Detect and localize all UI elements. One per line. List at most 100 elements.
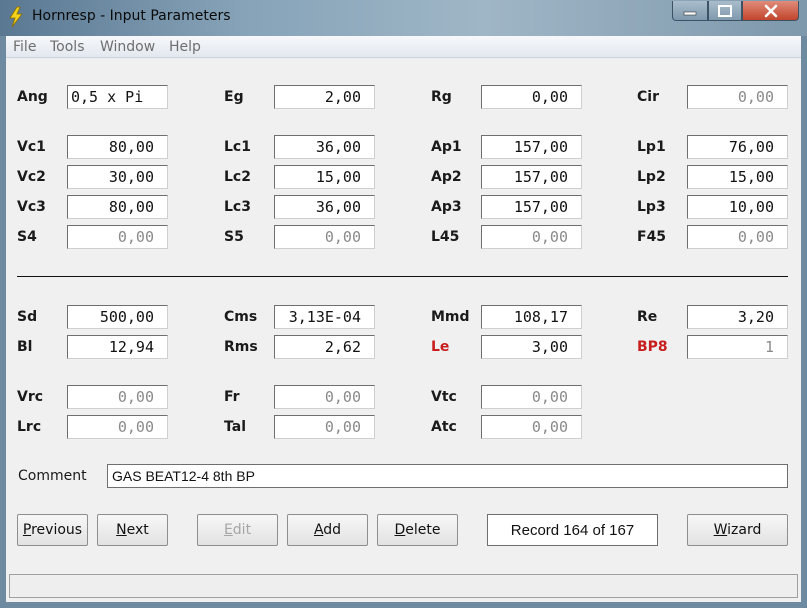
param-field-vc3[interactable]: 80,00 xyxy=(67,195,168,219)
add-button-label: Add xyxy=(313,522,342,538)
param-label: Vc3 xyxy=(17,199,46,215)
param-label: Vrc xyxy=(17,389,44,405)
section-divider xyxy=(17,276,788,277)
menu-file[interactable]: File xyxy=(13,39,36,55)
param-field-lrc[interactable]: 0,00 xyxy=(67,415,168,439)
param-label: Lp3 xyxy=(637,199,666,215)
menu-help[interactable]: Help xyxy=(169,39,201,55)
param-field-ap2[interactable]: 157,00 xyxy=(481,165,582,189)
previous-button[interactable]: Previous xyxy=(17,514,88,546)
wizard-button[interactable]: Wizard xyxy=(687,514,788,546)
param-label: Lp2 xyxy=(637,169,666,185)
param-field-mmd[interactable]: 108,17 xyxy=(481,305,582,329)
next-button-label: Next xyxy=(116,522,149,538)
param-field-vrc[interactable]: 0,00 xyxy=(67,385,168,409)
param-label: S5 xyxy=(224,229,244,245)
param-field-vtc[interactable]: 0,00 xyxy=(481,385,582,409)
param-field-tal[interactable]: 0,00 xyxy=(274,415,375,439)
param-field-ap3[interactable]: 157,00 xyxy=(481,195,582,219)
param-label: Fr xyxy=(224,389,240,405)
param-field-sd[interactable]: 500,00 xyxy=(67,305,168,329)
param-label: Tal xyxy=(224,419,246,435)
param-field-cir[interactable]: 0,00 xyxy=(687,85,788,109)
param-field-bp8[interactable]: 1 xyxy=(687,335,788,359)
param-label: Ap2 xyxy=(431,169,462,185)
menu-bar: File Tools Window Help xyxy=(6,36,801,58)
close-icon xyxy=(764,4,777,17)
param-label: Lc3 xyxy=(224,199,251,215)
param-label: Vc1 xyxy=(17,139,46,155)
param-field-s5[interactable]: 0,00 xyxy=(274,225,375,249)
param-field-ang[interactable]: 0,5 x Pi xyxy=(67,85,168,109)
param-label: Ang xyxy=(17,89,48,105)
title-bar[interactable]: Hornresp - Input Parameters xyxy=(0,0,807,36)
param-field-l45[interactable]: 0,00 xyxy=(481,225,582,249)
param-field-cms[interactable]: 3,13E-04 xyxy=(274,305,375,329)
param-label: Lc2 xyxy=(224,169,251,185)
param-label: Sd xyxy=(17,309,38,325)
param-label: Mmd xyxy=(431,309,470,325)
param-field-bl[interactable]: 12,94 xyxy=(67,335,168,359)
param-label: Vc2 xyxy=(17,169,46,185)
param-label: Eg xyxy=(224,89,244,105)
edit-button[interactable]: Edit xyxy=(197,514,278,546)
param-field-atc[interactable]: 0,00 xyxy=(481,415,582,439)
param-field-lp3[interactable]: 10,00 xyxy=(687,195,788,219)
param-label: Ap3 xyxy=(431,199,462,215)
delete-button-label: Delete xyxy=(394,522,441,538)
lightning-bolt-icon xyxy=(9,6,23,28)
param-field-ap1[interactable]: 157,00 xyxy=(481,135,582,159)
param-label: S4 xyxy=(17,229,37,245)
minimize-icon xyxy=(683,11,697,15)
param-label: Vtc xyxy=(431,389,457,405)
maximize-button[interactable] xyxy=(708,1,742,21)
wizard-button-label: Wizard xyxy=(713,522,762,538)
close-button[interactable] xyxy=(742,1,799,21)
param-label: Ap1 xyxy=(431,139,462,155)
status-bar xyxy=(9,574,798,598)
param-field-lp2[interactable]: 15,00 xyxy=(687,165,788,189)
param-label: F45 xyxy=(637,229,667,245)
menu-tools[interactable]: Tools xyxy=(50,39,85,55)
param-label: BP8 xyxy=(637,339,668,355)
param-label: Bl xyxy=(17,339,33,355)
param-label: Cms xyxy=(224,309,258,325)
minimize-button[interactable] xyxy=(672,1,708,21)
param-label: Rg xyxy=(431,89,452,105)
param-field-rms[interactable]: 2,62 xyxy=(274,335,375,359)
add-button[interactable]: Add xyxy=(287,514,368,546)
param-label: Lp1 xyxy=(637,139,666,155)
param-field-vc2[interactable]: 30,00 xyxy=(67,165,168,189)
param-field-re[interactable]: 3,20 xyxy=(687,305,788,329)
param-field-lc3[interactable]: 36,00 xyxy=(274,195,375,219)
param-label: Re xyxy=(637,309,658,325)
window-title: Hornresp - Input Parameters xyxy=(32,8,231,24)
param-label: Lrc xyxy=(17,419,42,435)
param-label: Le xyxy=(431,339,450,355)
param-field-rg[interactable]: 0,00 xyxy=(481,85,582,109)
param-field-lc2[interactable]: 15,00 xyxy=(274,165,375,189)
delete-button[interactable]: Delete xyxy=(377,514,458,546)
edit-button-label: Edit xyxy=(223,522,252,538)
param-field-le[interactable]: 3,00 xyxy=(481,335,582,359)
param-field-lp1[interactable]: 76,00 xyxy=(687,135,788,159)
param-field-fr[interactable]: 0,00 xyxy=(274,385,375,409)
previous-button-label: Previous xyxy=(22,522,83,538)
comment-field[interactable]: GAS BEAT12-4 8th BP xyxy=(107,464,788,488)
param-field-vc1[interactable]: 80,00 xyxy=(67,135,168,159)
param-label: L45 xyxy=(431,229,460,245)
comment-label: Comment xyxy=(18,468,87,484)
param-label: Atc xyxy=(431,419,457,435)
record-indicator: Record 164 of 167 xyxy=(487,514,658,546)
input-parameters-form: Ang 0,5 x Pi Eg 2,00 Rg 0,00 Cir 0,00 Vc1 80,00 Lc… xyxy=(6,58,801,602)
param-field-f45[interactable]: 0,00 xyxy=(687,225,788,249)
next-button[interactable]: Next xyxy=(97,514,168,546)
param-label: Lc1 xyxy=(224,139,251,155)
param-field-s4[interactable]: 0,00 xyxy=(67,225,168,249)
param-field-eg[interactable]: 2,00 xyxy=(274,85,375,109)
menu-window[interactable]: Window xyxy=(100,39,155,55)
maximize-icon xyxy=(718,4,732,17)
param-label: Cir xyxy=(637,89,659,105)
param-label: Rms xyxy=(224,339,258,355)
param-field-lc1[interactable]: 36,00 xyxy=(274,135,375,159)
